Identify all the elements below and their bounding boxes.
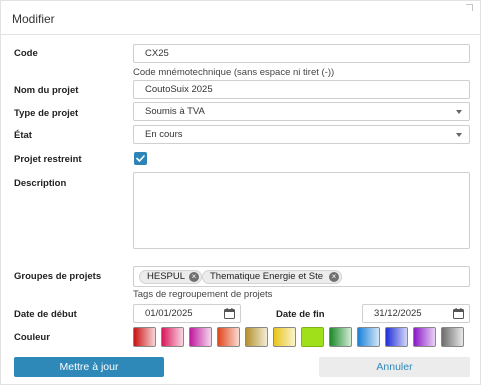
restricted-label: Projet restreint <box>14 154 82 165</box>
remove-tag-icon[interactable]: × <box>189 272 199 282</box>
restricted-checkbox[interactable] <box>134 152 147 165</box>
project-name-label: Nom du projet <box>14 85 79 96</box>
color-swatch[interactable] <box>301 327 324 347</box>
resize-corner-icon <box>466 4 473 11</box>
color-swatch[interactable] <box>273 327 296 347</box>
end-date-input[interactable]: 31/12/2025 <box>362 304 470 323</box>
chevron-down-icon <box>456 133 462 137</box>
code-label: Code <box>14 48 38 59</box>
color-swatch[interactable] <box>133 327 156 347</box>
tag-chip: HESPUL × <box>139 270 202 284</box>
tag-chip: Thematique Energie et Ste × <box>202 270 342 284</box>
color-swatch[interactable] <box>161 327 184 347</box>
description-textarea[interactable] <box>133 172 470 249</box>
edit-project-dialog: Modifier Code CX25 Code mnémotechnique (… <box>0 0 481 385</box>
groups-label: Groupes de projets <box>14 271 102 282</box>
project-type-value: Soumis à TVA <box>145 106 205 117</box>
groups-tag-input[interactable]: HESPUL × Thematique Energie et Ste × <box>133 266 470 287</box>
color-swatch[interactable] <box>441 327 464 347</box>
color-swatch[interactable] <box>385 327 408 347</box>
dialog-header: Modifier <box>1 1 480 35</box>
end-date-value: 31/12/2025 <box>374 308 422 319</box>
color-swatch[interactable] <box>329 327 352 347</box>
color-swatch[interactable] <box>413 327 436 347</box>
color-swatch-picker <box>133 327 470 347</box>
color-swatch[interactable] <box>357 327 380 347</box>
start-date-input[interactable]: 01/01/2025 <box>133 304 241 323</box>
code-hint: Code mnémotechnique (sans espace ni tire… <box>133 67 335 78</box>
cancel-button[interactable]: Annuler <box>319 357 470 377</box>
project-name-input[interactable]: CoutoSuix 2025 <box>133 80 470 99</box>
project-type-select[interactable]: Soumis à TVA <box>133 102 470 121</box>
update-button[interactable]: Mettre à jour <box>14 357 164 377</box>
tag-label: Thematique Energie et Ste <box>210 271 324 282</box>
start-date-label: Date de début <box>14 309 77 320</box>
color-swatch[interactable] <box>245 327 268 347</box>
state-label: État <box>14 130 32 141</box>
dialog-title: Modifier <box>12 12 55 26</box>
color-swatch[interactable] <box>189 327 212 347</box>
calendar-icon[interactable] <box>453 308 464 319</box>
state-select[interactable]: En cours <box>133 125 470 144</box>
remove-tag-icon[interactable]: × <box>329 272 339 282</box>
description-label: Description <box>14 178 67 189</box>
tag-label: HESPUL <box>147 271 186 282</box>
start-date-value: 01/01/2025 <box>145 308 193 319</box>
project-type-label: Type de projet <box>14 108 79 119</box>
code-input[interactable]: CX25 <box>133 44 470 63</box>
end-date-label: Date de fin <box>276 309 325 320</box>
color-swatch[interactable] <box>217 327 240 347</box>
groups-hint: Tags de regroupement de projets <box>133 289 273 300</box>
chevron-down-icon <box>456 110 462 114</box>
calendar-icon[interactable] <box>224 308 235 319</box>
state-value: En cours <box>145 129 183 140</box>
color-label: Couleur <box>14 332 50 343</box>
check-icon <box>136 155 145 162</box>
